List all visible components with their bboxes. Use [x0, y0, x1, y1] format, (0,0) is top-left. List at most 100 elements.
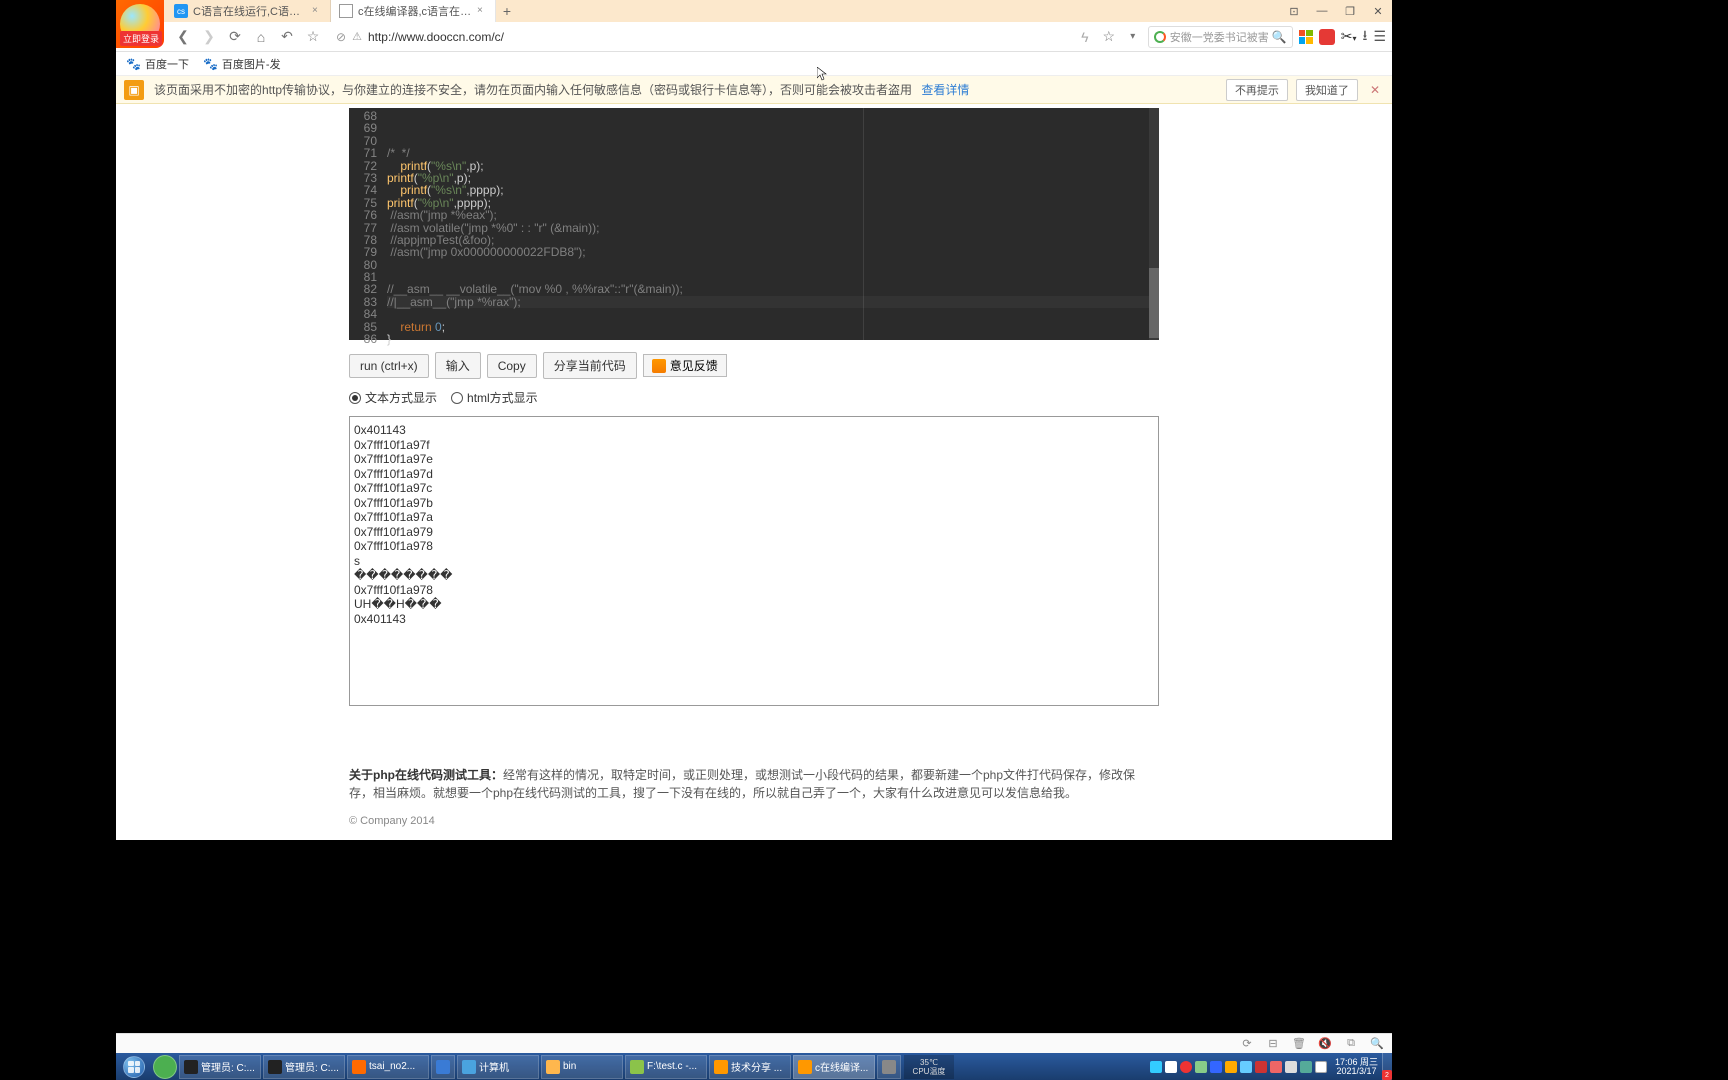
share-button[interactable]: 分享当前代码 [543, 352, 637, 379]
close-icon[interactable]: × [312, 6, 322, 16]
radio-checked-icon [349, 392, 361, 404]
security-icon: ⊘ [336, 30, 346, 44]
download-icon[interactable]: ⭳ [1363, 25, 1368, 49]
menu-icon[interactable]: ☰ [1373, 28, 1386, 45]
pip-button[interactable]: ⊡ [1280, 0, 1308, 22]
minimize-button[interactable]: — [1308, 0, 1336, 22]
login-badge-text: 立即登录 [120, 31, 162, 46]
dont-show-button[interactable]: 不再提示 [1226, 79, 1288, 101]
mail-icon [652, 359, 666, 373]
tray-icon[interactable] [1180, 1061, 1192, 1073]
about-section: 关于php在线代码测试工具：经常有这样的情况，取特定时间，或正则处理，或想测试一… [349, 766, 1159, 830]
code-editor[interactable]: 68697071727374757677787980818283848586 /… [349, 108, 1159, 340]
tray-icon[interactable] [1210, 1061, 1222, 1073]
taskbar-item[interactable]: 管理员: C:... [179, 1055, 261, 1079]
tray-icon[interactable] [1255, 1061, 1267, 1073]
tray-icon[interactable] [1150, 1061, 1162, 1073]
tray-icon[interactable] [1195, 1061, 1207, 1073]
html-mode-radio[interactable]: html方式显示 [451, 389, 538, 406]
paw-icon: 🐾 [203, 57, 218, 71]
game-icon[interactable] [1319, 29, 1335, 45]
taskbar-item[interactable]: bin [541, 1055, 623, 1079]
bookmark-bar: 🐾 百度一下 🐾 百度图片-发 [116, 52, 1392, 76]
tray-icon[interactable] [1240, 1061, 1252, 1073]
tray-icon[interactable] [1165, 1061, 1177, 1073]
address-bar: ❮ ❯ ⟳ ⌂ ↶ ☆ ⊘ ⚠ http://www.dooccn.com/c/… [116, 22, 1392, 52]
feedback-button[interactable]: 意见反馈 [643, 354, 727, 377]
text-mode-radio[interactable]: 文本方式显示 [349, 389, 437, 406]
radio-unchecked-icon [451, 392, 463, 404]
close-banner-icon[interactable]: ✕ [1366, 83, 1384, 97]
cpu-temp-widget[interactable]: 35℃ CPU温度 [904, 1055, 954, 1079]
close-window-button[interactable]: ✕ [1364, 0, 1392, 22]
taskbar: 管理员: C:...管理员: C:...tsai_no2...计算机binF:\… [116, 1053, 1392, 1080]
flag-icon[interactable] [1315, 1061, 1327, 1073]
forward-button: ❯ [200, 28, 218, 46]
tab-1[interactable]: cs C语言在线运行,C语言在线编译 × [166, 0, 331, 22]
new-tab-button[interactable]: + [496, 3, 518, 19]
home-button[interactable]: ⌂ [252, 28, 270, 46]
search-icon[interactable]: 🔍 [1272, 30, 1287, 44]
display-mode-row: 文本方式显示 html方式显示 [349, 389, 1159, 406]
tray-icon[interactable] [1225, 1061, 1237, 1073]
maximize-button[interactable]: ❐ [1336, 0, 1364, 22]
security-link[interactable]: 查看详情 [921, 83, 969, 97]
tab-2[interactable]: c在线编译器,c语言在线解释器 × [331, 0, 496, 22]
reload-button[interactable]: ⟳ [226, 28, 244, 46]
flash-icon[interactable]: ϟ [1076, 28, 1094, 46]
back-button[interactable]: ❮ [174, 28, 192, 46]
trash-icon[interactable]: 🗑 [1292, 1037, 1306, 1051]
system-tray [1146, 1061, 1331, 1073]
microsoft-icon[interactable] [1299, 30, 1313, 44]
history-icon[interactable]: ⟳ [1240, 1037, 1254, 1051]
zoom-icon[interactable]: 🔍 [1370, 1037, 1384, 1051]
taskbar-item[interactable]: F:\test.c -... [625, 1055, 707, 1079]
search-engine-icon [1154, 31, 1166, 43]
code-body[interactable]: /* */ printf("%s\n",p);printf("%p\n",p);… [383, 108, 1159, 340]
close-icon[interactable]: × [477, 6, 487, 16]
screenshot-icon[interactable]: ✂▾ [1341, 28, 1357, 45]
tray-icon[interactable] [1270, 1061, 1282, 1073]
mute-icon[interactable]: 🔇 [1318, 1037, 1332, 1051]
bookmark-baidu-image[interactable]: 🐾 百度图片-发 [203, 56, 281, 72]
search-box[interactable]: 安徽一党委书记被害 🔍 [1148, 26, 1293, 48]
page-content: 68697071727374757677787980818283848586 /… [116, 104, 1392, 840]
volume-icon[interactable] [1285, 1061, 1297, 1073]
got-it-button[interactable]: 我知道了 [1296, 79, 1358, 101]
login-badge[interactable]: 立即登录 [116, 0, 164, 48]
taskbar-item[interactable]: c在线编译... [793, 1055, 875, 1079]
star-icon[interactable]: ☆ [1100, 28, 1118, 46]
line-gutter: 68697071727374757677787980818283848586 [349, 108, 383, 340]
input-button[interactable]: 输入 [435, 352, 481, 379]
run-button[interactable]: run (ctrl+x) [349, 354, 429, 378]
notification-badge: 2 [1382, 1070, 1392, 1080]
copy-button[interactable]: Copy [487, 354, 537, 378]
network-icon[interactable] [1300, 1061, 1312, 1073]
split-icon[interactable]: ⧉ [1344, 1037, 1358, 1051]
taskbar-item[interactable]: 技术分享 ... [709, 1055, 791, 1079]
taskbar-item[interactable]: 计算机 [457, 1055, 539, 1079]
start-button[interactable] [116, 1053, 152, 1080]
favorite-button[interactable]: ☆ [304, 28, 322, 46]
show-desktop-button[interactable]: 2 [1382, 1053, 1392, 1080]
editor-scrollbar[interactable] [1149, 108, 1159, 340]
dropdown-icon[interactable]: ▾ [1124, 28, 1142, 46]
security-banner: ▣ 该页面采用不加密的http传输协议，与你建立的连接不安全，请勿在页面内输入任… [116, 76, 1392, 104]
restore-button[interactable]: ↶ [278, 28, 296, 46]
url-field[interactable]: ⊘ ⚠ http://www.dooccn.com/c/ [330, 30, 1068, 44]
paw-icon: 🐾 [126, 57, 141, 71]
taskbar-item[interactable] [877, 1055, 901, 1079]
page-icon [339, 4, 353, 18]
taskbar-item[interactable] [431, 1055, 455, 1079]
bookmark-baidu[interactable]: 🐾 百度一下 [126, 56, 189, 72]
company-text: © Company 2014 [349, 812, 1159, 830]
url-text: http://www.dooccn.com/c/ [368, 30, 1062, 44]
taskbar-clock[interactable]: 17:06 周三 2021/3/17 [1331, 1058, 1382, 1076]
security-text: 该页面采用不加密的http传输协议，与你建立的连接不安全，请勿在页面内输入任何敏… [154, 83, 912, 97]
download-tray-icon[interactable]: ⊟ [1266, 1037, 1280, 1051]
taskbar-item[interactable]: tsai_no2... [347, 1055, 429, 1079]
taskbar-app-green[interactable] [153, 1055, 177, 1079]
output-textarea[interactable]: 0x4011430x7fff10f1a97f0x7fff10f1a97e0x7f… [349, 416, 1159, 706]
tab-bar: 立即登录 cs C语言在线运行,C语言在线编译 × c在线编译器,c语言在线解释… [116, 0, 1392, 22]
taskbar-item[interactable]: 管理员: C:... [263, 1055, 345, 1079]
